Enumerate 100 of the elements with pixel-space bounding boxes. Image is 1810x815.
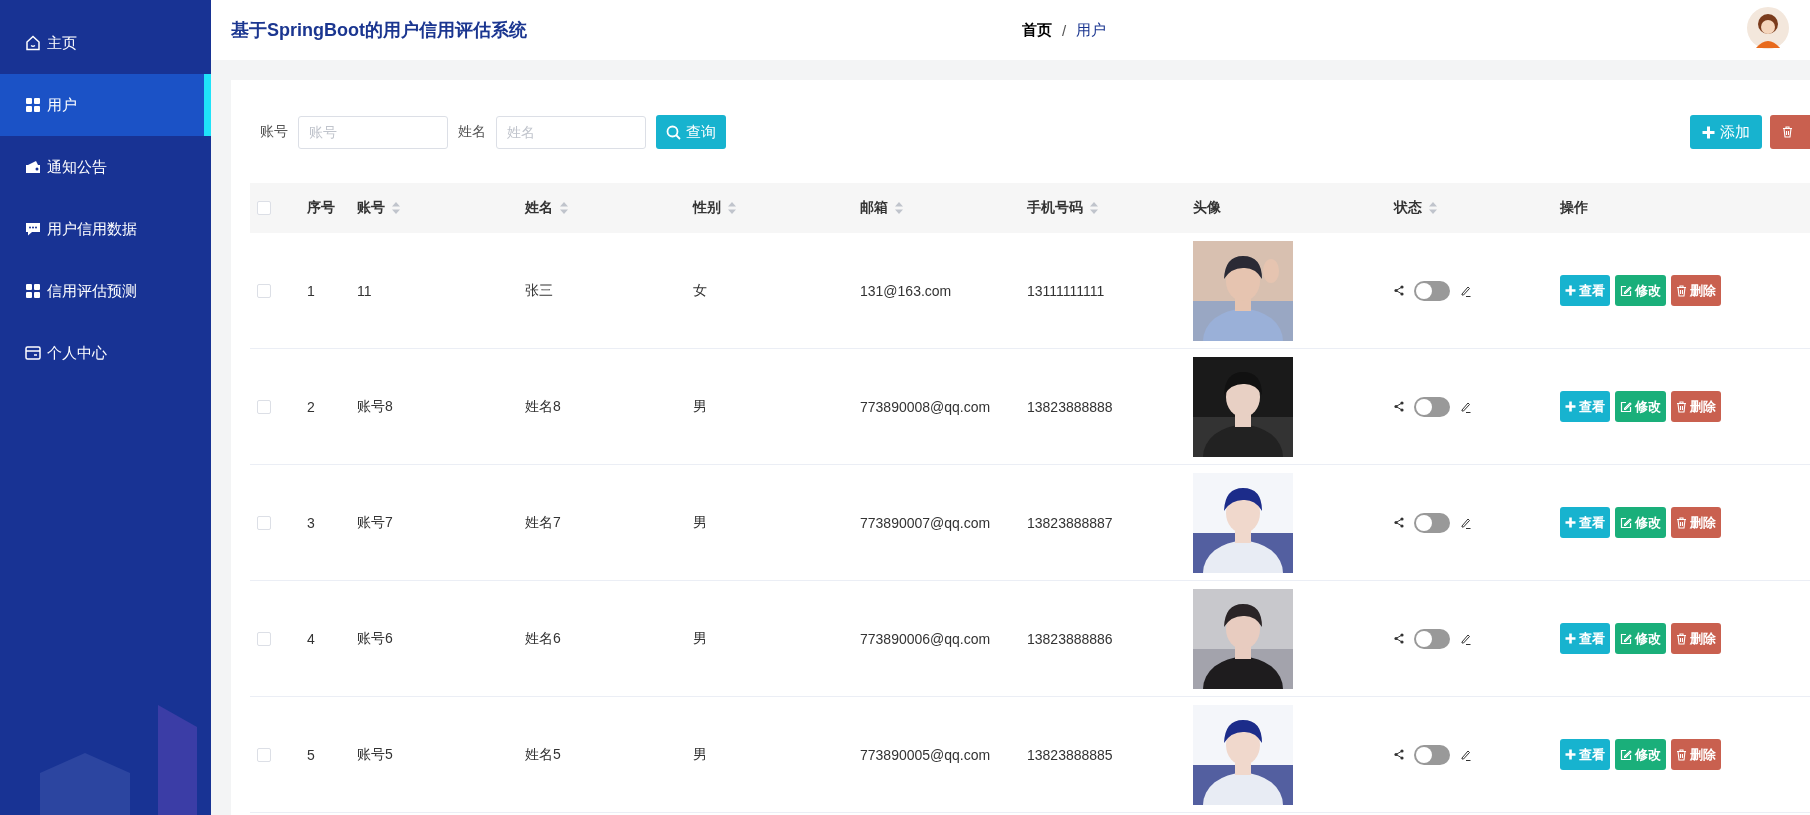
breadcrumb-link[interactable]: 用户 (1076, 20, 1107, 40)
avatar-icon (1746, 6, 1790, 50)
grid-icon (25, 97, 41, 113)
chat-icon (25, 221, 41, 237)
table-cell: 11 (357, 282, 372, 299)
table-cell: 姓名6 (525, 629, 561, 648)
checkbox[interactable] (257, 747, 271, 762)
sort-icon (391, 201, 401, 215)
app-title: 基于SpringBoot的用户信用评估系统 (231, 19, 528, 42)
breadcrumb-link[interactable]: 首页 (1022, 20, 1052, 40)
breadcrumb-separator: / (1062, 21, 1067, 39)
delete-button[interactable] (1770, 115, 1810, 149)
table-cell: 1 (307, 282, 315, 299)
checkbox[interactable] (257, 201, 271, 215)
trash-icon (1676, 632, 1687, 645)
view-button[interactable]: 查看 (1560, 623, 1610, 654)
toggle-switch[interactable] (1414, 628, 1450, 649)
sidebar-item[interactable]: 用户 (0, 74, 211, 136)
column-header: 头像 (1193, 199, 1221, 217)
column-header: 性别 (693, 199, 721, 217)
sidebar-item[interactable]: 用户信用数据 (0, 198, 211, 260)
view-button[interactable]: 查看 (1560, 275, 1610, 306)
toggle-switch[interactable] (1414, 396, 1450, 417)
sidebar-item[interactable]: 主页 (0, 12, 211, 74)
column-header: 手机号码 (1027, 199, 1083, 217)
table-cell: 男 (693, 513, 707, 532)
checkbox[interactable] (257, 283, 271, 298)
toggle-switch[interactable] (1414, 744, 1450, 765)
table-cell: 13111111111 (1027, 282, 1105, 299)
column-header: 状态 (1394, 199, 1422, 217)
edit-icon (1620, 400, 1632, 413)
plus-icon (1565, 401, 1576, 412)
search-field[interactable]: 姓名 (496, 115, 646, 149)
edit-button[interactable]: 修改 (1615, 623, 1666, 654)
card-icon (25, 345, 41, 361)
table-cell: 张三 (525, 281, 553, 300)
table-cell: 2 (307, 398, 315, 415)
trash-icon (1782, 126, 1793, 138)
table-cell: 13823888888 (1027, 398, 1113, 415)
table-cell: 773890007@qq.com (860, 514, 991, 531)
checkbox[interactable] (257, 515, 271, 530)
table-cell: 773890006@qq.com (860, 630, 991, 647)
table-cell: 男 (693, 745, 707, 764)
home-icon (25, 35, 41, 51)
table-cell: 13823888887 (1027, 514, 1113, 531)
table-cell: 13823888885 (1027, 746, 1113, 763)
sidebar-item[interactable]: 信用评估预测 (0, 260, 211, 322)
pencil-icon (1460, 400, 1471, 413)
table-cell: 13823888886 (1027, 630, 1113, 647)
edit-icon (1620, 284, 1632, 297)
checkbox[interactable] (257, 631, 271, 646)
share-icon (1394, 401, 1404, 412)
table-cell: 男 (693, 397, 707, 416)
trash-icon (1676, 400, 1687, 413)
table-cell: 姓名8 (525, 397, 561, 416)
sort-icon (559, 201, 569, 215)
grid-icon (25, 283, 41, 299)
search-field[interactable]: 账号 (298, 115, 448, 149)
share-icon (1394, 285, 1404, 296)
column-header: 账号 (357, 199, 385, 217)
view-button[interactable]: 查看 (1560, 739, 1610, 770)
column-header: 操作 (1560, 199, 1588, 217)
edit-button[interactable]: 修改 (1615, 507, 1666, 538)
view-button[interactable]: 查看 (1560, 391, 1610, 422)
delete-button[interactable]: 删除 (1671, 275, 1721, 306)
edit-button[interactable]: 修改 (1615, 391, 1666, 422)
delete-button[interactable]: 删除 (1671, 623, 1721, 654)
delete-button[interactable]: 删除 (1671, 507, 1721, 538)
field-label: 姓名 (458, 123, 486, 141)
trash-icon (1676, 284, 1687, 297)
toggle-switch[interactable] (1414, 280, 1450, 301)
search-button[interactable]: 查询 (656, 115, 726, 149)
table-cell: 账号8 (357, 397, 393, 416)
search-icon (666, 124, 681, 140)
view-button[interactable]: 查看 (1560, 507, 1610, 538)
sort-icon (1089, 201, 1099, 215)
edit-icon (1620, 516, 1632, 529)
delete-button[interactable]: 删除 (1671, 739, 1721, 770)
plus-icon (1565, 749, 1576, 760)
table-cell: 账号6 (357, 629, 393, 648)
table-cell: 773890008@qq.com (860, 398, 991, 415)
table-cell: 姓名7 (525, 513, 561, 532)
checkbox[interactable] (257, 399, 271, 414)
sidebar-item[interactable]: 通知公告 (0, 136, 211, 198)
edit-button[interactable]: 修改 (1615, 275, 1666, 306)
sort-icon (727, 201, 737, 215)
edit-button[interactable]: 修改 (1615, 739, 1666, 770)
delete-button[interactable]: 删除 (1671, 391, 1721, 422)
add-button[interactable]: 添加 (1690, 115, 1762, 149)
table-cell: 4 (307, 630, 315, 647)
table-cell: 5 (307, 746, 315, 763)
column-header: 序号 (307, 199, 335, 217)
table-cell: 131@163.com (860, 282, 952, 299)
share-icon (1394, 517, 1404, 528)
toggle-switch[interactable] (1414, 512, 1450, 533)
sort-icon (1428, 201, 1438, 215)
column-header: 姓名 (525, 199, 553, 217)
sidebar-item[interactable]: 个人中心 (0, 322, 211, 384)
table-cell: 773890005@qq.com (860, 746, 991, 763)
edit-icon (1620, 748, 1632, 761)
